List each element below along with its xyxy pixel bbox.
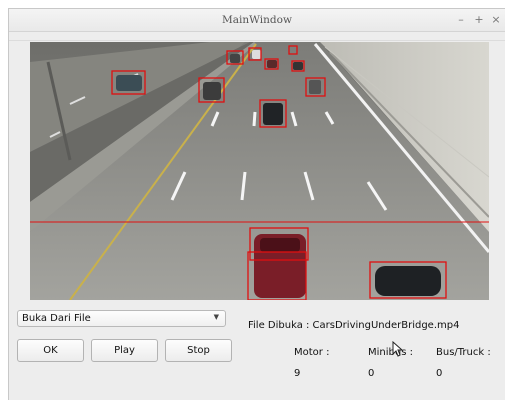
motor-count-value: 9 [294, 368, 301, 379]
main-window: MainWindow – + × Buka Dari File ▼ OK Pla… [8, 8, 505, 400]
motor-count-label: Motor : [294, 347, 330, 358]
chevron-down-icon: ▼ [213, 313, 219, 321]
minimize-button[interactable]: – [455, 13, 467, 26]
video-frame [30, 42, 489, 300]
play-button[interactable]: Play [91, 339, 158, 362]
minibus-count-value: 0 [368, 368, 375, 379]
source-select-value: Buka Dari File [22, 313, 91, 324]
window-title: MainWindow [222, 14, 292, 26]
source-select[interactable]: Buka Dari File ▼ [17, 310, 226, 327]
video-scene [30, 42, 489, 300]
menu-bar [9, 32, 505, 41]
mouse-pointer-icon [392, 341, 404, 357]
bustruck-count-label: Bus/Truck : [436, 347, 491, 358]
opened-file-label: File Dibuka : CarsDrivingUnderBridge.mp4 [248, 320, 460, 331]
bustruck-count-value: 0 [436, 368, 443, 379]
close-button[interactable]: × [490, 13, 502, 26]
stop-button[interactable]: Stop [165, 339, 232, 362]
maximize-button[interactable]: + [473, 13, 485, 26]
ok-button[interactable]: OK [17, 339, 84, 362]
title-bar: MainWindow – + × [9, 9, 505, 32]
minibus-count-label: Minibus : [368, 347, 413, 358]
